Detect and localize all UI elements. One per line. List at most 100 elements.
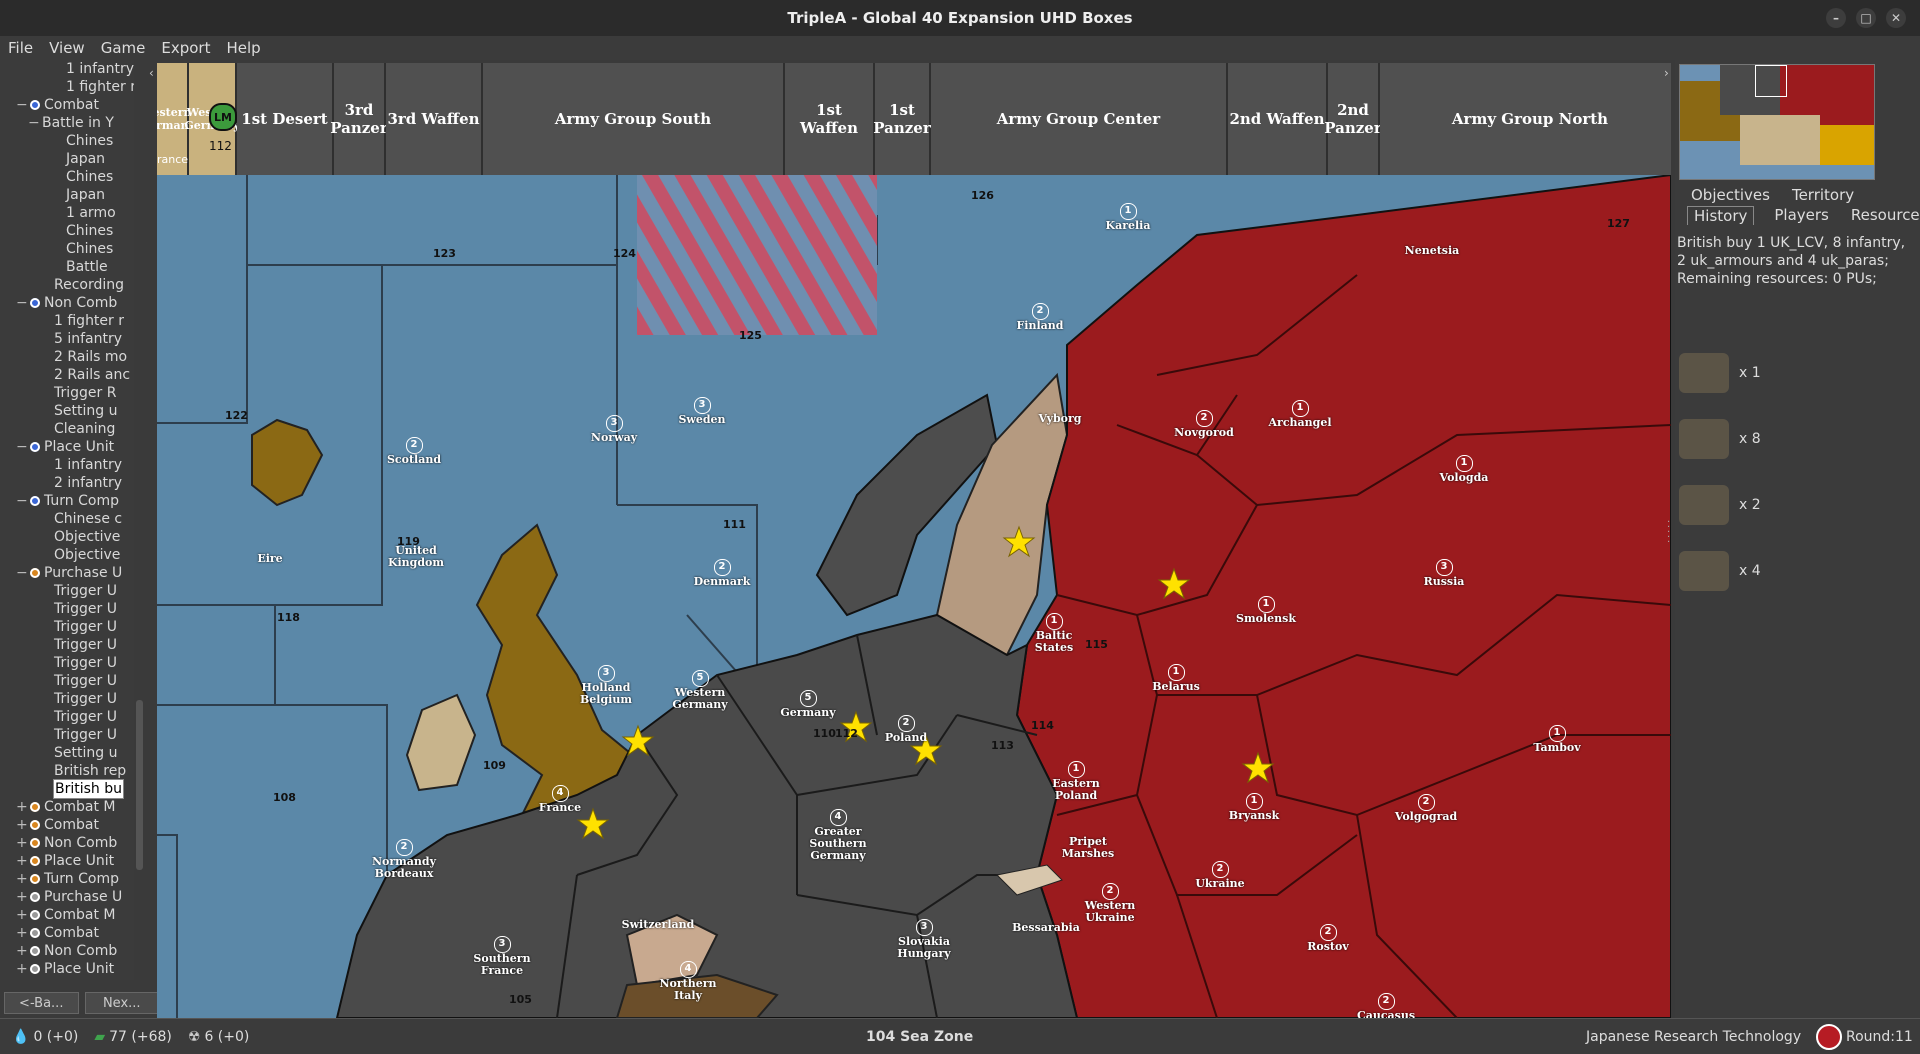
tree-row[interactable]: + Combat [0,816,134,834]
tree-row[interactable]: − Purchase U [0,564,134,582]
tree-row[interactable]: Japan [0,150,134,168]
tab-history[interactable]: History [1687,206,1755,225]
territory[interactable]: Switzerland [618,919,698,931]
tree-row[interactable]: Chines [0,132,134,150]
territory[interactable]: 4 Greater Southern Germany [798,809,878,862]
army-card[interactable]: 1st Waffen [785,63,875,175]
tree-row[interactable]: Chines [0,222,134,240]
tree-row[interactable]: + Combat M [0,798,134,816]
tree-row[interactable]: Recording [0,276,134,294]
expand-icon[interactable]: + [16,816,28,834]
tree-row[interactable]: Setting u [0,402,134,420]
tree-row[interactable]: 1 fighter r [0,78,134,96]
territory[interactable]: 1 Bryansk [1214,793,1294,822]
next-button[interactable]: Nex... [84,992,159,1014]
tree-scrollbar[interactable] [136,700,143,870]
tree-row[interactable]: Japan [0,186,134,204]
army-card[interactable]: Army Group Center [931,63,1228,175]
army-card[interactable]: 3rd Waffen [386,63,483,175]
territory[interactable]: 3 Russia [1404,559,1484,588]
tree-row[interactable]: Trigger U [0,618,134,636]
tree-row[interactable]: Trigger U [0,708,134,726]
tab-players[interactable]: Players [1772,206,1831,225]
minimize-button[interactable]: – [1826,8,1846,28]
territory[interactable]: 3 Holland Belgium [566,665,646,706]
territory[interactable]: 1 Smolensk [1226,596,1306,625]
tree-row[interactable]: 1 fighter r [0,312,134,330]
territory[interactable]: 2 Ukraine [1180,861,1260,890]
tree-row[interactable]: Battle [0,258,134,276]
strip-right-arrow[interactable]: › [1664,66,1669,80]
expand-icon[interactable]: + [16,852,28,870]
menu-export[interactable]: Export [153,39,218,57]
tree-row[interactable]: 1 armo [0,204,134,222]
territory[interactable]: 5 Germany [768,690,848,719]
collapse-icon[interactable]: − [16,438,28,456]
tree-row[interactable]: Trigger U [0,672,134,690]
expand-icon[interactable]: + [16,888,28,906]
tree-row[interactable]: Objective [0,546,134,564]
back-button[interactable]: <-Ba... [4,992,79,1014]
army-card[interactable]: 3rd Panzer [330,63,388,175]
territory[interactable]: Bessarabia [1006,922,1086,934]
territory[interactable]: 2 Rostov [1288,924,1368,953]
tree-row[interactable]: − Turn Comp [0,492,134,510]
tree-row[interactable]: + Place Unit [0,960,134,978]
territory[interactable]: 5 Western Germany [660,670,740,711]
expand-icon[interactable]: + [16,906,28,924]
tree-row[interactable]: Trigger U [0,600,134,618]
army-card[interactable]: 1st Panzer [873,63,931,175]
tree-row[interactable]: 2 Rails mo [0,348,134,366]
territory[interactable]: 1 Karelia [1088,203,1168,232]
tree-row[interactable]: Objective [0,528,134,546]
army-card[interactable]: Army Group North [1380,63,1671,175]
tree-row[interactable]: British rep [0,762,134,780]
panel-resize-handle[interactable]: · · · · · [1667,518,1670,548]
tree-row[interactable]: 2 infantry [0,474,134,492]
territory[interactable]: 2 Normandy Bordeaux [364,839,444,880]
territory[interactable]: United Kingdom [376,545,456,569]
tab-territory[interactable]: Territory [1790,186,1856,204]
tree-row[interactable]: Trigger U [0,582,134,600]
collapse-icon[interactable]: − [28,114,40,132]
territory[interactable]: 1 Belarus [1136,664,1216,693]
tree-row[interactable]: 1 infantry [0,60,134,78]
tree-row[interactable]: Chines [0,240,134,258]
minimap[interactable] [1679,64,1875,180]
tree-row[interactable]: Trigger R [0,384,134,402]
tree-row[interactable]: Setting u [0,744,134,762]
menu-view[interactable]: View [41,39,93,57]
tree-row[interactable]: 5 infantry [0,330,134,348]
expand-icon[interactable]: + [16,798,28,816]
territory[interactable]: 1 Archangel [1260,400,1340,429]
army-card[interactable]: Army Group South [483,63,785,175]
territory[interactable]: 3 Slovakia Hungary [884,919,964,960]
territory[interactable]: 2 Denmark [682,559,762,588]
expand-icon[interactable]: + [16,870,28,888]
territory[interactable]: 1 Vologda [1424,455,1504,484]
tree-row[interactable]: Trigger U [0,654,134,672]
tree-row[interactable]: British bu [0,779,134,799]
territory[interactable]: 4 Northern Italy [648,961,728,1002]
tree-row[interactable]: + Turn Comp [0,870,134,888]
territory[interactable]: 1 Eastern Poland [1036,761,1116,802]
menu-file[interactable]: File [0,39,41,57]
tree-row[interactable]: + Purchase U [0,888,134,906]
menu-game[interactable]: Game [93,39,154,57]
tree-row[interactable]: Chinese c [0,510,134,528]
tree-row[interactable]: − Place Unit [0,438,134,456]
tab-resources[interactable]: Resources [1849,206,1920,225]
territory[interactable]: 1 Tambov [1517,725,1597,754]
territory[interactable]: 2 Finland [1000,303,1080,332]
expand-icon[interactable]: + [16,924,28,942]
menu-help[interactable]: Help [218,39,268,57]
territory[interactable]: Eire [230,553,310,565]
collapse-icon[interactable]: − [16,564,28,582]
history-tree[interactable]: 1 infantry 1 fighter r − Combat − Battle in Y… [0,60,134,980]
territory[interactable]: 2 Novgorod [1164,410,1244,439]
tab-objectives[interactable]: Objectives [1689,186,1772,204]
tree-row[interactable]: Cleaning [0,420,134,438]
collapse-icon[interactable]: − [16,96,28,114]
strip-left-arrow[interactable]: ‹ [149,66,154,80]
tree-row[interactable]: + Non Comb [0,942,134,960]
